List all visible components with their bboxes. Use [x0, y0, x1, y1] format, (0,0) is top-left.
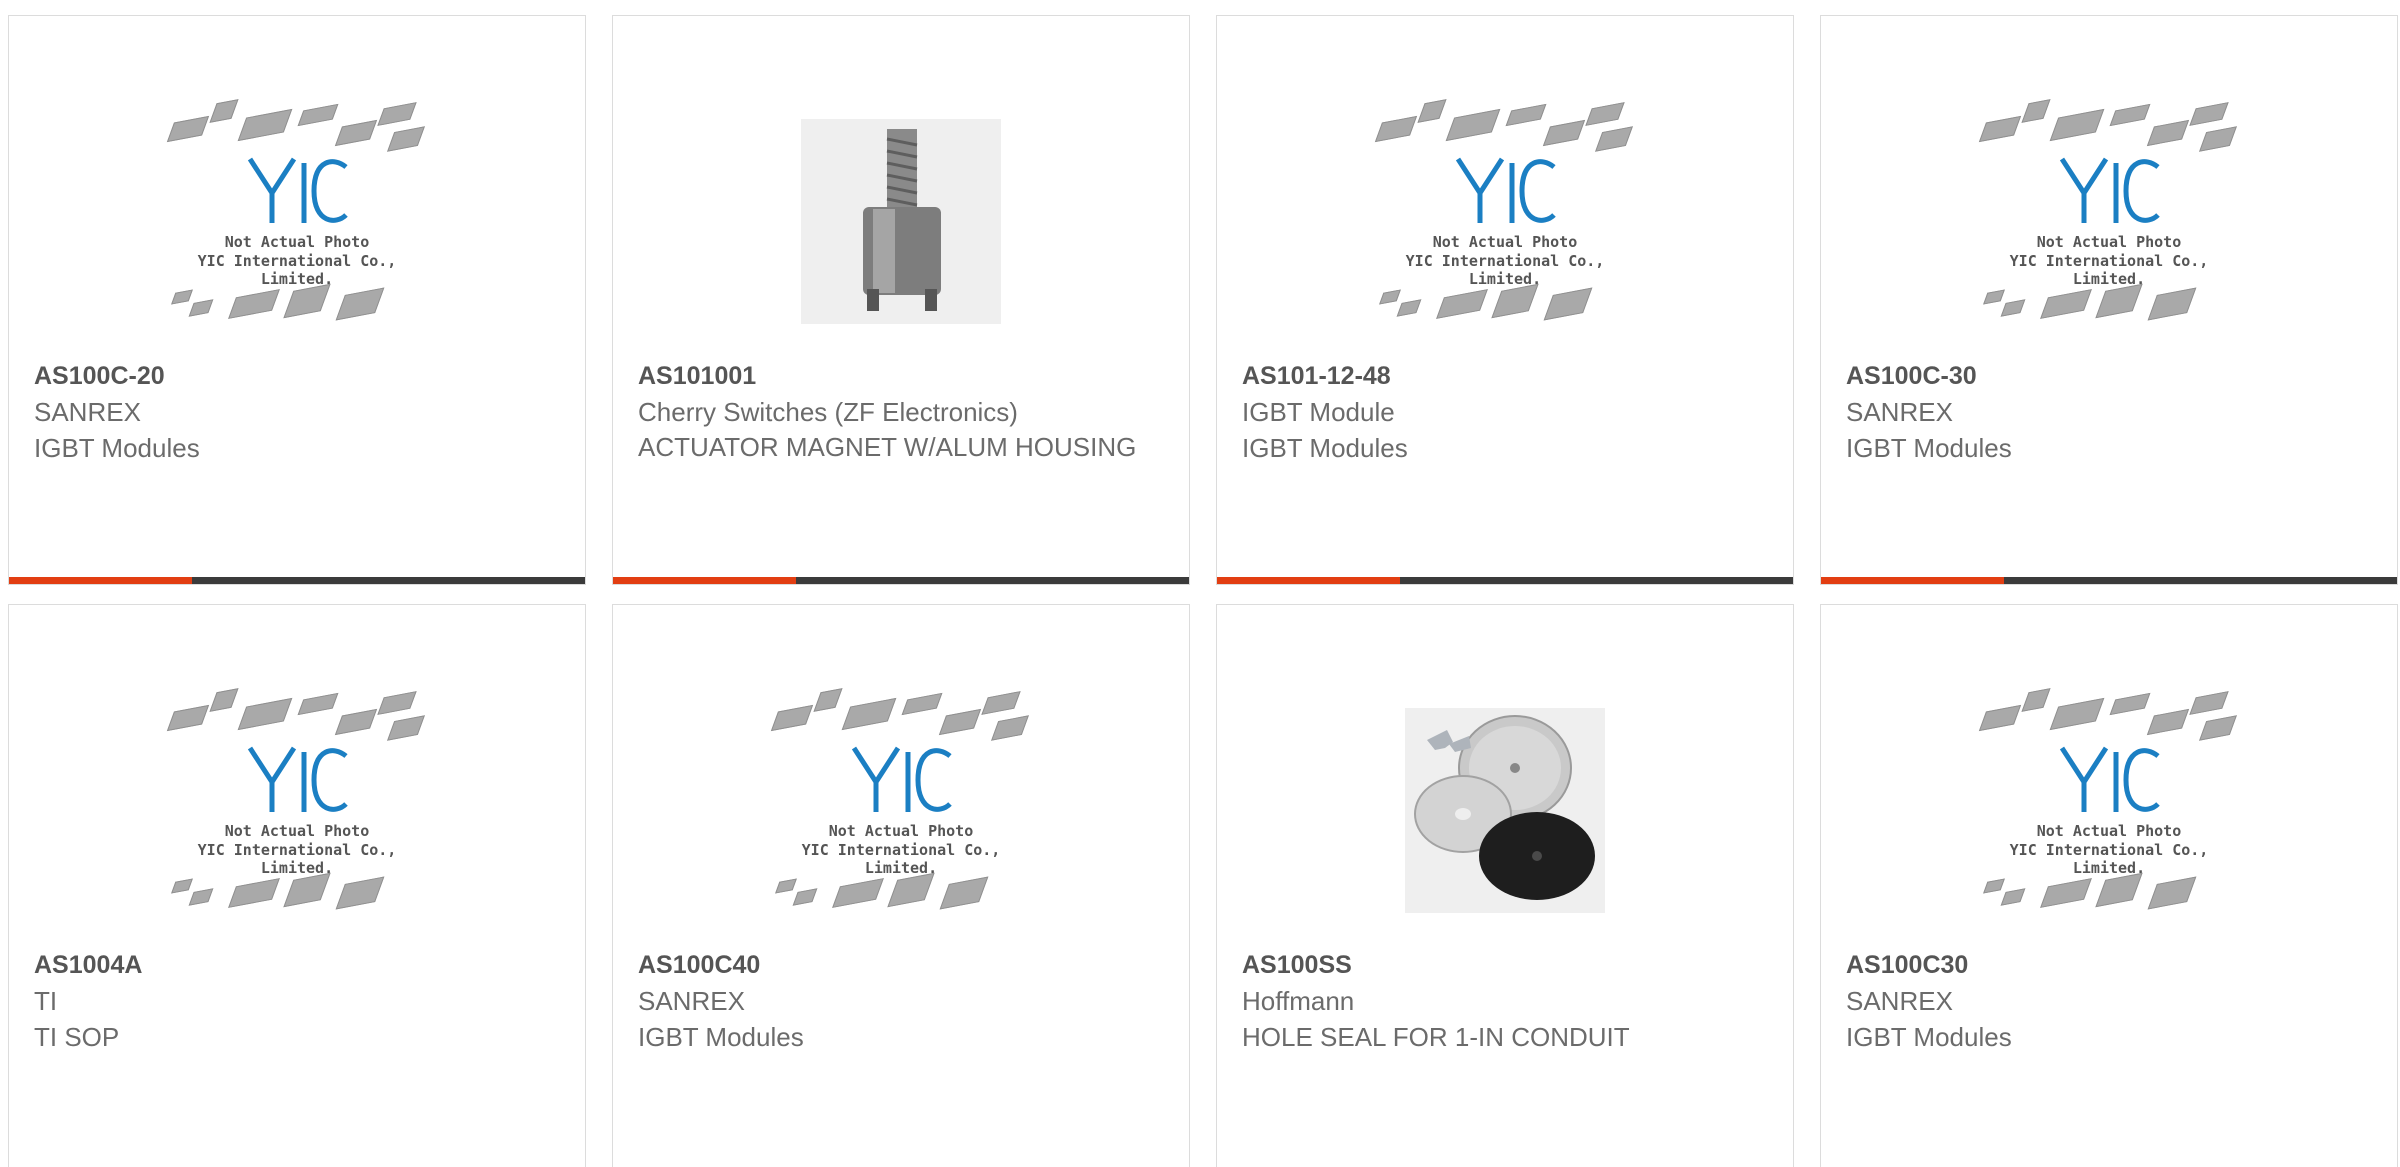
placeholder-icon: Not Actual Photo YIC International Co., … [766, 688, 1036, 930]
product-info: AS101001 Cherry Switches (ZF Electronics… [638, 358, 1169, 464]
product-info: AS100SS Hoffmann HOLE SEAL FOR 1-IN COND… [1242, 947, 1773, 1055]
placeholder-icon: Not Actual Photo YIC International Co., … [1974, 99, 2244, 341]
card-footer-bar [1821, 577, 2397, 584]
placeholder-caption: Not Actual Photo [1432, 233, 1578, 251]
manufacturer: IGBT Module [1242, 397, 1395, 427]
description: ACTUATOR MAGNET W/ALUM HOUSING [638, 432, 1137, 462]
product-info: AS1004A TI TI SOP [34, 947, 565, 1055]
product-card[interactable]: Not Actual Photo YIC International Co., … [1820, 15, 2398, 585]
category: IGBT Modules [34, 433, 200, 463]
manufacturer: Hoffmann [1242, 986, 1355, 1016]
product-image[interactable]: Not Actual Photo YIC International Co., … [1821, 86, 2397, 356]
category: TI SOP [34, 1022, 120, 1052]
placeholder-company: YIC International Co., Limited. [2009, 252, 2209, 288]
category: IGBT Modules [1242, 433, 1408, 463]
product-image[interactable] [613, 86, 1189, 356]
yic-logo-icon [247, 157, 348, 223]
card-footer-bar [9, 577, 585, 584]
placeholder-icon: Not Actual Photo YIC International Co., … [162, 99, 432, 341]
product-card[interactable]: Not Actual Photo YIC International Co., … [8, 15, 586, 585]
product-image[interactable]: Not Actual Photo YIC International Co., … [1217, 86, 1793, 356]
part-number[interactable]: AS100C-30 [1846, 358, 2377, 394]
product-image[interactable]: Not Actual Photo YIC International Co., … [1821, 675, 2397, 945]
category: IGBT Modules [1846, 1022, 2012, 1052]
product-card[interactable]: AS101001 Cherry Switches (ZF Electronics… [612, 15, 1190, 585]
placeholder-caption: Not Actual Photo [224, 233, 370, 251]
placeholder-caption: Not Actual Photo [224, 822, 370, 840]
product-info: AS100C-20 SANREX IGBT Modules [34, 358, 565, 466]
category: IGBT Modules [638, 1022, 804, 1052]
yic-logo-icon [2059, 746, 2160, 812]
part-number[interactable]: AS100C30 [1846, 947, 2377, 983]
manufacturer: TI [34, 986, 58, 1016]
threaded-standoff-photo [801, 118, 1001, 324]
product-image[interactable]: Not Actual Photo YIC International Co., … [9, 86, 585, 356]
description: HOLE SEAL FOR 1-IN CONDUIT [1242, 1022, 1630, 1052]
yic-logo-icon [2059, 157, 2160, 223]
manufacturer: Cherry Switches (ZF Electronics) [638, 397, 1018, 427]
product-card[interactable]: Not Actual Photo YIC International Co., … [8, 604, 586, 1167]
part-number[interactable]: AS100C-20 [34, 358, 565, 394]
product-info: AS100C-30 SANREX IGBT Modules [1846, 358, 2377, 466]
product-info: AS101-12-48 IGBT Module IGBT Modules [1242, 358, 1773, 466]
product-info: AS100C40 SANREX IGBT Modules [638, 947, 1169, 1055]
part-number[interactable]: AS101001 [638, 358, 1169, 394]
part-number[interactable]: AS100C40 [638, 947, 1169, 983]
part-number[interactable]: AS101-12-48 [1242, 358, 1773, 394]
placeholder-company: YIC International Co., Limited. [197, 841, 397, 877]
card-footer-bar [613, 577, 1189, 584]
placeholder-caption: Not Actual Photo [2036, 822, 2182, 840]
placeholder-company: YIC International Co., Limited. [2009, 841, 2209, 877]
placeholder-icon: Not Actual Photo YIC International Co., … [1370, 99, 1640, 341]
manufacturer: SANREX [1846, 986, 1953, 1016]
manufacturer: SANREX [34, 397, 141, 427]
product-card[interactable]: Not Actual Photo YIC International Co., … [612, 604, 1190, 1167]
placeholder-company: YIC International Co., Limited. [197, 252, 397, 288]
yic-logo-icon [1455, 157, 1556, 223]
product-info: AS100C30 SANREX IGBT Modules [1846, 947, 2377, 1055]
placeholder-icon: Not Actual Photo YIC International Co., … [1974, 688, 2244, 930]
part-number[interactable]: AS100SS [1242, 947, 1773, 983]
product-image[interactable]: Not Actual Photo YIC International Co., … [613, 675, 1189, 945]
manufacturer: SANREX [1846, 397, 1953, 427]
part-number[interactable]: AS1004A [34, 947, 565, 983]
placeholder-caption: Not Actual Photo [2036, 233, 2182, 251]
placeholder-icon: Not Actual Photo YIC International Co., … [162, 688, 432, 930]
product-card[interactable]: Not Actual Photo YIC International Co., … [1820, 604, 2398, 1167]
card-footer-bar [1217, 577, 1793, 584]
placeholder-company: YIC International Co., Limited. [1405, 252, 1605, 288]
placeholder-caption: Not Actual Photo [828, 822, 974, 840]
yic-logo-icon [851, 746, 952, 812]
product-grid: Not Actual Photo YIC International Co., … [0, 0, 2400, 1167]
category: IGBT Modules [1846, 433, 2012, 463]
manufacturer: SANREX [638, 986, 745, 1016]
product-image[interactable]: Not Actual Photo YIC International Co., … [9, 675, 585, 945]
product-card[interactable]: Not Actual Photo YIC International Co., … [1216, 15, 1794, 585]
product-image[interactable] [1217, 675, 1793, 945]
placeholder-company: YIC International Co., Limited. [801, 841, 1001, 877]
hole-seal-photo [1405, 707, 1605, 913]
yic-logo-icon [247, 746, 348, 812]
product-card[interactable]: AS100SS Hoffmann HOLE SEAL FOR 1-IN COND… [1216, 604, 1794, 1167]
